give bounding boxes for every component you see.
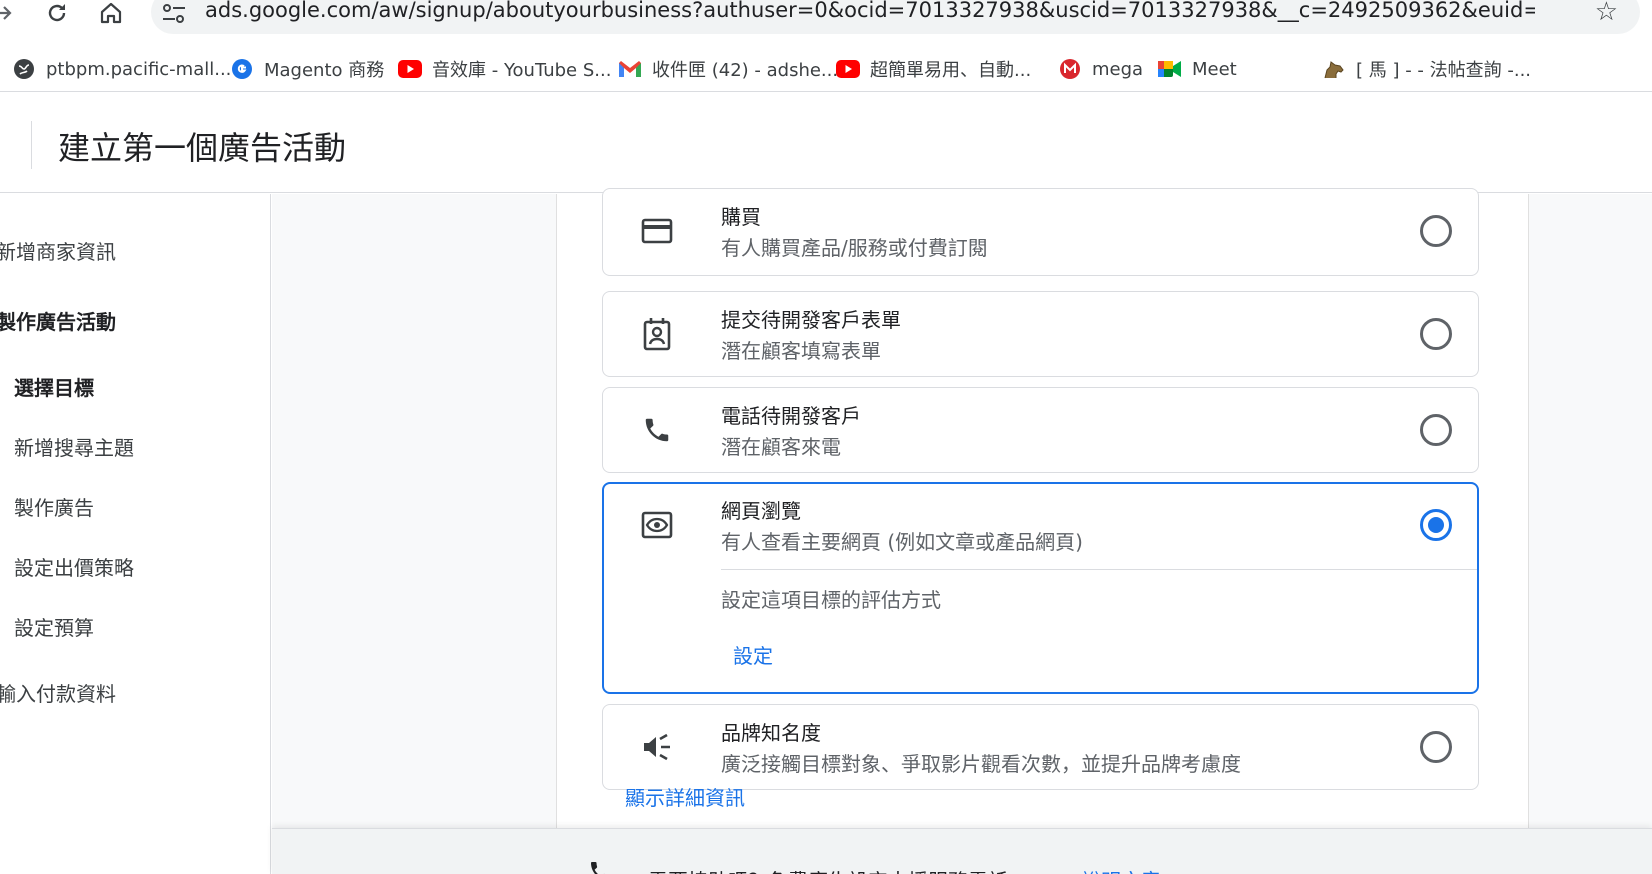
step-payment[interactable]: 輸入付款資料 [0, 678, 116, 707]
show-details-link[interactable]: 顯示詳細資訊 [625, 782, 745, 811]
page-title: 建立第一個廣告活動 [58, 129, 347, 167]
main-content: 購買 有人購買產品/服務或付費訂閱 提交待開發客戶表單 潛在顧客填寫表單 電話待… [272, 188, 1652, 874]
step-bidding[interactable]: 設定出價策略 [14, 552, 134, 581]
measurement-label: 設定這項目標的評估方式 [721, 588, 941, 612]
goal-title: 提交待開發客戶表單 [721, 308, 901, 332]
credit-card-icon [639, 213, 675, 249]
goal-description: 有人查看主要網頁 (例如文章或產品網頁) [721, 530, 1083, 554]
goal-description: 廣泛接觸目標對象、爭取影片觀看次數，並提升品牌考慮度 [721, 752, 1241, 776]
app-header: 建立第一個廣告活動 [0, 93, 1652, 193]
goal-title: 購買 [721, 205, 761, 229]
horse-icon [1322, 57, 1346, 81]
goal-title: 網頁瀏覽 [721, 499, 801, 523]
help-phone-text: 需要協助嗎？免費廣告設定支援服務電話： [648, 865, 1028, 874]
bookmarks-bar: ptbpm.pacific-mall... Magento 商務 音效庫 - Y… [0, 48, 1652, 92]
goal-card-page-view[interactable]: 網頁瀏覽 有人查看主要網頁 (例如文章或產品網頁) 設定這項目標的評估方式 設定 [602, 482, 1479, 694]
phone-icon [588, 859, 612, 874]
reload-icon[interactable] [42, 0, 72, 26]
bookmark-item[interactable]: ptbpm.pacific-mall... [12, 54, 231, 84]
goal-radio[interactable] [1420, 215, 1452, 247]
megaphone-icon [639, 729, 675, 765]
bookmark-item[interactable]: Magento 商務 [230, 54, 384, 84]
card-divider [721, 569, 1477, 570]
step-create-ad[interactable]: 製作廣告 [14, 492, 94, 521]
bookmark-item[interactable]: [ 馬 ] - - 法帖查詢 -... [1322, 54, 1531, 84]
goal-radio[interactable] [1420, 318, 1452, 350]
youtube-icon [398, 57, 422, 81]
goal-card-phone-lead[interactable]: 電話待開發客戶 潛在顧客來電 [602, 387, 1479, 473]
bookmark-item[interactable]: 超簡單易用、自動... [836, 54, 1031, 84]
setup-measurement-link[interactable]: 設定 [733, 640, 773, 669]
bookmark-item[interactable]: mega [1058, 54, 1143, 84]
site-settings-icon[interactable] [161, 2, 187, 26]
step-search-themes[interactable]: 新增搜尋主題 [14, 432, 134, 461]
step-budget[interactable]: 設定預算 [14, 612, 94, 641]
phone-icon [639, 412, 675, 448]
goal-title: 電話待開發客戶 [721, 404, 861, 428]
forward-arrow-icon[interactable] [0, 0, 18, 26]
goal-description: 潛在顧客填寫表單 [721, 339, 881, 363]
bookmark-star-icon[interactable]: ☆ [1595, 0, 1618, 25]
home-icon[interactable] [96, 0, 126, 26]
step-choose-goal[interactable]: 選擇目標 [14, 372, 94, 401]
bookmark-item[interactable]: Meet [1158, 54, 1237, 84]
bookmark-item[interactable]: 收件匣 (42) - adshe... [618, 54, 838, 84]
bookmark-item[interactable]: 音效庫 - YouTube S... [398, 54, 611, 84]
header-divider [31, 121, 32, 169]
meet-icon [1158, 57, 1182, 81]
step-create-campaign[interactable]: 製作廣告活動 [0, 306, 116, 335]
goal-radio[interactable] [1420, 414, 1452, 446]
youtube-icon [836, 57, 860, 81]
page-view-icon [639, 507, 675, 543]
goal-card-lead-form[interactable]: 提交待開發客戶表單 潛在顧客填寫表單 [602, 291, 1479, 377]
help-article-link[interactable]: 說明文章 [1081, 865, 1161, 874]
setup-stepper: 新增商家資訊 製作廣告活動 選擇目標 新增搜尋主題 製作廣告 設定出價策略 設定… [0, 194, 271, 874]
goal-card-brand-awareness[interactable]: 品牌知名度 廣泛接觸目標對象、爭取影片觀看次數，並提升品牌考慮度 [602, 704, 1479, 790]
google-icon [230, 57, 254, 81]
goal-description: 有人購買產品/服務或付費訂閱 [721, 236, 988, 260]
goal-title: 品牌知名度 [721, 721, 821, 745]
url-text[interactable]: ads.google.com/aw/signup/aboutyourbusine… [205, 0, 1535, 22]
mega-icon [1058, 57, 1082, 81]
globe-icon [12, 57, 36, 81]
goal-card-purchase[interactable]: 購買 有人購買產品/服務或付費訂閱 [602, 188, 1479, 276]
address-bar[interactable]: ads.google.com/aw/signup/aboutyourbusine… [151, 0, 1640, 34]
help-footer: 需要協助嗎？免費廣告設定支援服務電話： 說明文章 [272, 828, 1652, 874]
goal-radio-selected[interactable] [1420, 509, 1452, 541]
goal-panel: 購買 有人購買產品/服務或付費訂閱 提交待開發客戶表單 潛在顧客填寫表單 電話待… [556, 188, 1529, 874]
step-business-info[interactable]: 新增商家資訊 [0, 236, 116, 265]
goal-description: 潛在顧客來電 [721, 435, 841, 459]
contact-form-icon [639, 316, 675, 352]
browser-toolbar: ads.google.com/aw/signup/aboutyourbusine… [0, 0, 1652, 44]
goal-radio[interactable] [1420, 731, 1452, 763]
gmail-icon [618, 57, 642, 81]
